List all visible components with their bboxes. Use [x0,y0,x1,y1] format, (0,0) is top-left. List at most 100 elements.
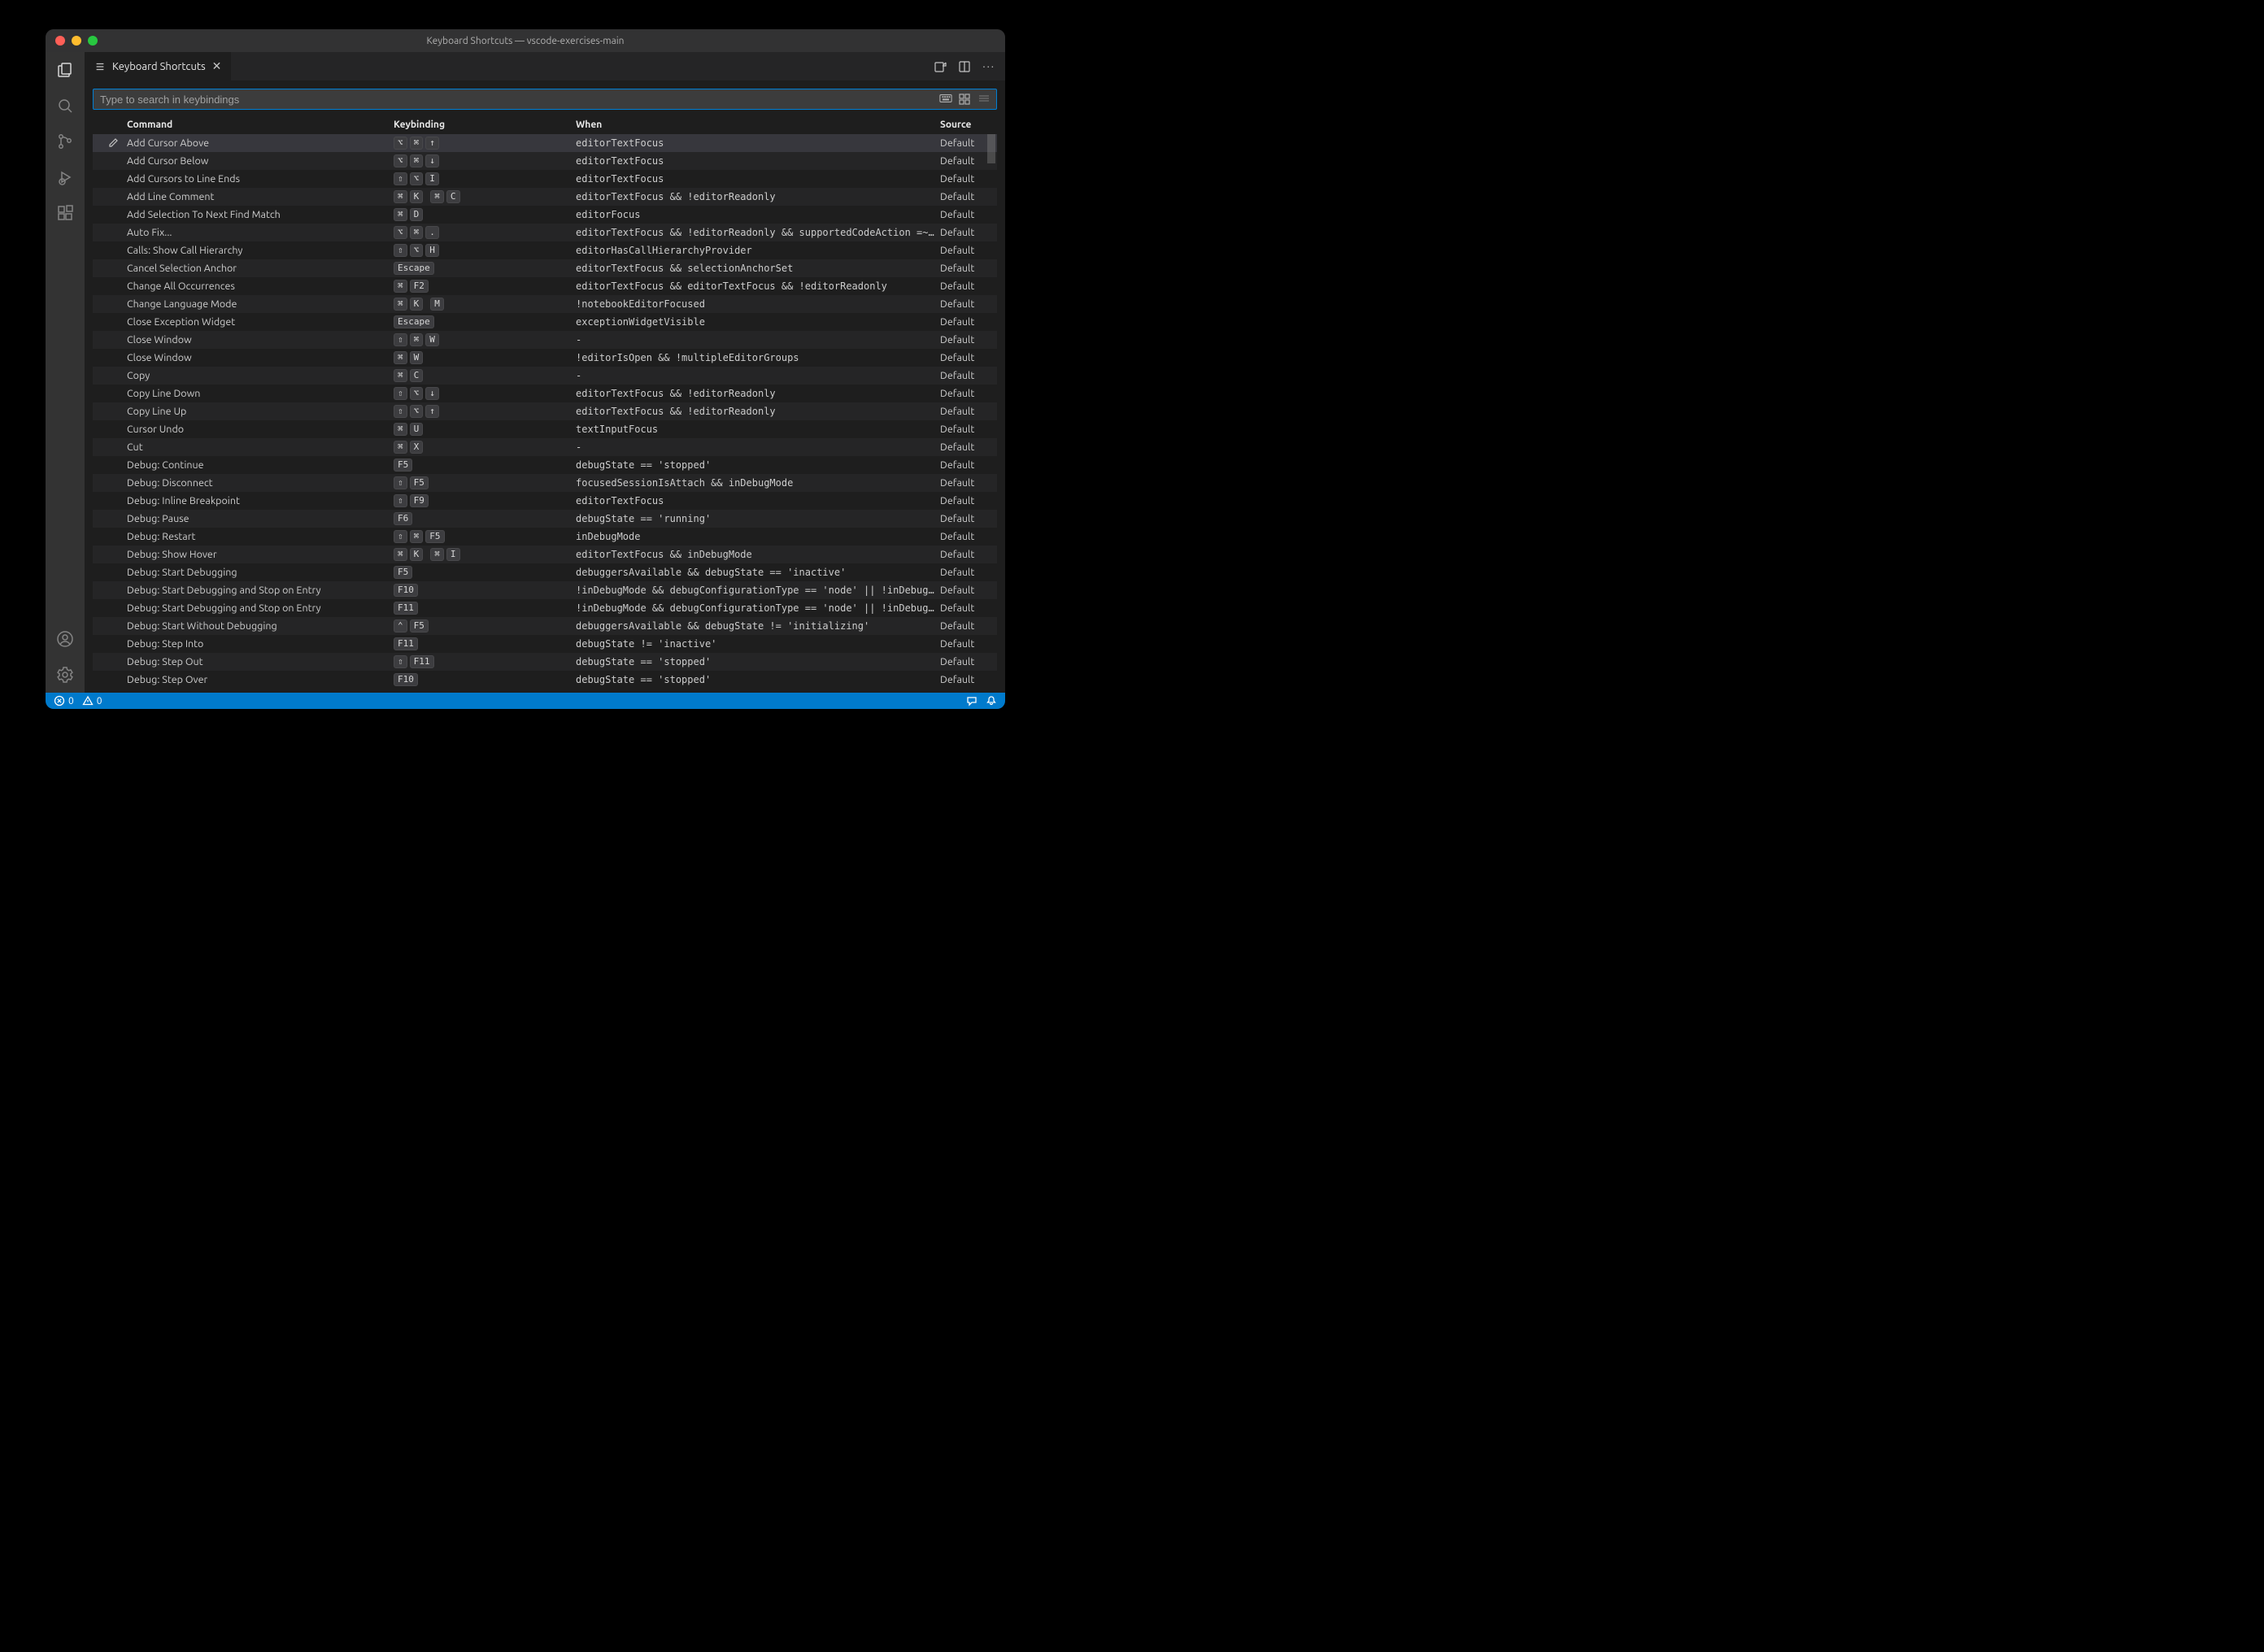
cell-source: Default [940,280,989,292]
table-row[interactable]: Debug: Start DebuggingF5debuggersAvailab… [93,563,997,581]
cell-keybinding: F10 [394,673,576,686]
status-feedback-icon[interactable] [966,695,977,706]
table-row[interactable]: Debug: PauseF6debugState == 'running'Def… [93,510,997,528]
table-row[interactable]: Debug: Disconnect⇧F5focusedSessionIsAtta… [93,474,997,492]
cell-when: editorTextFocus [576,137,940,149]
open-json-icon[interactable] [934,60,947,73]
cell-keybinding: ⌘K⌘C [394,190,576,203]
clear-search-icon[interactable] [978,93,991,105]
cell-keybinding: ⇧F11 [394,655,576,668]
table-row[interactable]: Cut⌘X-Default [93,438,997,456]
table-row[interactable]: Cursor Undo⌘UtextInputFocusDefault [93,420,997,438]
search-icon[interactable] [55,96,75,115]
cell-source: Default [940,674,989,685]
cell-keybinding: Escape [394,315,576,328]
close-window-button[interactable] [55,36,65,46]
table-row[interactable]: Close Exception WidgetEscapeexceptionWid… [93,313,997,331]
source-control-icon[interactable] [55,132,75,151]
cell-command: Copy [127,370,394,381]
table-row[interactable]: Change Language Mode⌘KM!notebookEditorFo… [93,295,997,313]
header-command[interactable]: Command [127,120,394,130]
status-errors[interactable]: 0 [54,695,74,706]
table-row[interactable]: Close Window⌘W!editorIsOpen && !multiple… [93,349,997,367]
cell-command: Cut [127,441,394,453]
status-warnings[interactable]: 0 [82,695,102,706]
table-row[interactable]: Calls: Show Call Hierarchy⇧⌥HeditorHasCa… [93,241,997,259]
tab-keyboard-shortcuts[interactable]: Keyboard Shortcuts ✕ [85,52,232,80]
header-source[interactable]: Source [940,120,989,130]
cell-when: editorTextFocus && !editorReadonly [576,388,940,399]
record-keys-icon[interactable] [939,93,952,105]
header-when[interactable]: When [576,120,940,130]
minimize-window-button[interactable] [72,36,81,46]
cell-command: Debug: Step Out [127,656,394,667]
cell-keybinding: F5 [394,459,576,472]
cell-keybinding: ⌥⌘↓ [394,154,576,167]
more-actions-icon[interactable]: ··· [982,61,995,72]
cell-source: Default [940,406,989,417]
status-notifications-icon[interactable] [986,695,997,706]
cell-keybinding: ⌘U [394,423,576,436]
table-row[interactable]: Debug: Step IntoF11debugState != 'inacti… [93,635,997,653]
edit-keybinding-icon[interactable] [107,137,127,149]
cell-keybinding: ⌥⌘. [394,226,576,239]
table-row[interactable]: Add Cursor Above⌥⌘↑editorTextFocusDefaul… [93,134,997,152]
table-row[interactable]: Copy⌘C-Default [93,367,997,385]
cell-keybinding: ⌘W [394,351,576,364]
cell-source: Default [940,531,989,542]
table-row[interactable]: Copy Line Up⇧⌥↑editorTextFocus && !edito… [93,402,997,420]
table-row[interactable]: Debug: Inline Breakpoint⇧F9editorTextFoc… [93,492,997,510]
table-row[interactable]: Debug: Show Hover⌘K⌘IeditorTextFocus && … [93,546,997,563]
debug-icon[interactable] [55,167,75,187]
cell-when: !notebookEditorFocused [576,298,940,310]
table-row[interactable]: Add Selection To Next Find Match⌘Deditor… [93,206,997,224]
cell-source: Default [940,656,989,667]
explorer-icon[interactable] [55,60,75,80]
close-icon[interactable]: ✕ [212,59,222,73]
cell-when: !inDebugMode && debugConfigurationType =… [576,585,940,596]
cell-keybinding: ⇧F5 [394,476,576,489]
cell-command: Change Language Mode [127,298,394,310]
table-row[interactable]: Add Cursors to Line Ends⇧⌥IeditorTextFoc… [93,170,997,188]
search-input[interactable] [100,93,939,106]
header-keybinding[interactable]: Keybinding [394,120,576,130]
settings-gear-icon[interactable] [55,665,75,685]
table-row[interactable]: Debug: Step Out⇧F11debugState == 'stoppe… [93,653,997,671]
accounts-icon[interactable] [55,629,75,649]
split-editor-icon[interactable] [958,60,971,73]
search-keybindings[interactable] [93,89,997,110]
cell-source: Default [940,602,989,614]
maximize-window-button[interactable] [88,36,98,46]
extensions-icon[interactable] [55,203,75,223]
table-row[interactable]: Debug: ContinueF5debugState == 'stopped'… [93,456,997,474]
sort-precedence-icon[interactable] [959,93,972,105]
table-row[interactable]: Change All Occurrences⌘F2editorTextFocus… [93,277,997,295]
table-row[interactable]: Debug: Step OverF10debugState == 'stoppe… [93,671,997,689]
table-row[interactable]: Add Cursor Below⌥⌘↓editorTextFocusDefaul… [93,152,997,170]
status-bar: 0 0 [46,693,1005,709]
table-row[interactable]: Debug: Start Without Debugging⌃F5debugge… [93,617,997,635]
cell-command: Debug: Start Debugging and Stop on Entry [127,602,394,614]
cell-source: Default [940,549,989,560]
cell-command: Add Line Comment [127,191,394,202]
table-row[interactable]: Debug: Start Debugging and Stop on Entry… [93,581,997,599]
cell-source: Default [940,173,989,185]
cell-command: Debug: Continue [127,459,394,471]
cell-source: Default [940,334,989,346]
table-row[interactable]: Add Line Comment⌘K⌘CeditorTextFocus && !… [93,188,997,206]
cell-when: editorHasCallHierarchyProvider [576,245,940,256]
cell-source: Default [940,316,989,328]
table-row[interactable]: Copy Line Down⇧⌥↓editorTextFocus && !edi… [93,385,997,402]
cell-when: editorTextFocus && editorTextFocus && !e… [576,280,940,292]
table-row[interactable]: Auto Fix...⌥⌘.editorTextFocus && !editor… [93,224,997,241]
cell-command: Debug: Step Into [127,638,394,650]
cell-command: Close Window [127,352,394,363]
cell-keybinding: ⌃F5 [394,620,576,633]
table-row[interactable]: Cancel Selection AnchorEscapeeditorTextF… [93,259,997,277]
cell-when: !inDebugMode && debugConfigurationType =… [576,602,940,614]
cell-command: Debug: Show Hover [127,549,394,560]
table-row[interactable]: Debug: Start Debugging and Stop on Entry… [93,599,997,617]
scrollbar-thumb[interactable] [987,134,995,163]
table-row[interactable]: Debug: Restart⇧⌘F5inDebugModeDefault [93,528,997,546]
table-row[interactable]: Close Window⇧⌘W-Default [93,331,997,349]
